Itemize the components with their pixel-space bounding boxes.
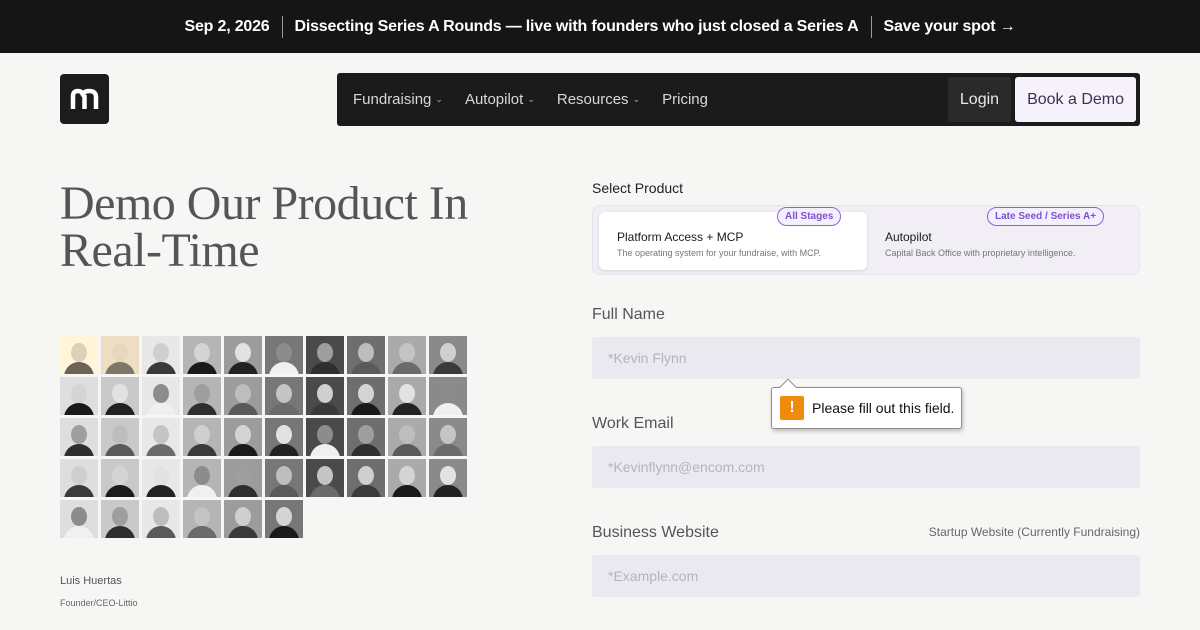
nav-item-resources[interactable]: Resources ⌄ (557, 91, 640, 108)
page-title-line-1: Demo Our Product In (60, 177, 468, 230)
founder-photo (101, 459, 139, 497)
business-website-field[interactable] (592, 555, 1140, 597)
stage-badge: Late Seed / Series A+ (987, 207, 1105, 226)
product-description: Capital Back Office with proprietary int… (885, 248, 1076, 258)
founder-photo (388, 459, 426, 497)
page-title-line-2: Real-Time (60, 224, 260, 277)
full-name-field[interactable] (592, 337, 1140, 379)
founder-photo (142, 418, 180, 456)
founder-photo (101, 500, 139, 538)
founder-photo (347, 377, 385, 415)
page-title: Demo Our Product In Real-Time (60, 177, 540, 277)
founder-photo (224, 459, 262, 497)
product-title: Autopilot (885, 230, 932, 244)
founder-photo-grid (60, 336, 474, 538)
nav-item-label: Resources (556, 91, 629, 108)
founder-photo (265, 500, 303, 538)
banner-divider (281, 15, 283, 38)
founder-photo (306, 459, 344, 497)
founder-photo (224, 418, 262, 456)
save-spot-link[interactable]: Save your spot → (884, 18, 1016, 36)
announcement-banner[interactable]: Sep 2, 2026 Dissecting Series A Rounds —… (0, 0, 1200, 53)
founder-photo (60, 336, 98, 374)
nav-item-fundraising[interactable]: Fundraising ⌄ (353, 91, 443, 108)
brand-logo[interactable] (60, 74, 109, 124)
chevron-down-icon: ⌄ (527, 94, 535, 104)
founder-photo (183, 418, 221, 456)
warning-icon: ! (780, 396, 804, 420)
banner-event-title: Dissecting Series A Rounds — live with f… (294, 17, 859, 35)
validation-message: Please fill out this field. (812, 400, 955, 416)
nav-item-label: Autopilot (464, 91, 524, 108)
work-email-field[interactable] (592, 446, 1140, 488)
chevron-down-icon: ⌄ (632, 94, 641, 104)
founder-photo (224, 500, 262, 538)
founder-photo (60, 500, 98, 538)
founder-photo (183, 336, 221, 374)
testimonial-role: Founder/CEO-Littio (60, 598, 138, 608)
founder-photo (347, 459, 385, 497)
founder-photo (306, 377, 344, 415)
book-demo-button[interactable]: Book a Demo (1015, 77, 1136, 122)
founder-photo (265, 418, 303, 456)
founder-photo (429, 418, 467, 456)
founder-photo (347, 336, 385, 374)
founder-photo (183, 377, 221, 415)
founder-photo (60, 377, 98, 415)
select-product-label: Select Product (592, 180, 684, 196)
founder-photo (388, 377, 426, 415)
founder-photo (183, 500, 221, 538)
chevron-down-icon: ⌄ (435, 94, 443, 104)
login-button[interactable]: Login (947, 77, 1012, 122)
nav-item-label: Fundraising (353, 91, 432, 108)
validation-tooltip: ! Please fill out this field. (771, 378, 962, 429)
founder-photo (388, 336, 426, 374)
m-logo-icon (70, 88, 98, 109)
tooltip-arrow (779, 378, 797, 396)
founder-photo (265, 336, 303, 374)
founder-photo (224, 336, 262, 374)
founder-photo (101, 336, 139, 374)
product-selector: All Stages Platform Access + MCP The ope… (592, 205, 1140, 275)
main-navigation: Fundraising ⌄ Autopilot ⌄ Resources ⌄ Pr… (337, 73, 1140, 126)
nav-item-autopilot[interactable]: Autopilot ⌄ (465, 91, 535, 108)
founder-photo (306, 336, 344, 374)
product-option-platform[interactable]: All Stages Platform Access + MCP The ope… (599, 207, 867, 270)
founder-photo (388, 418, 426, 456)
banner-divider (870, 15, 872, 38)
founder-photo (142, 377, 180, 415)
product-option-autopilot[interactable]: Late Seed / Series A+ Autopilot Capital … (873, 207, 1135, 270)
founder-photo (60, 459, 98, 497)
business-website-label: Business Website (592, 524, 719, 541)
founder-photo (224, 377, 262, 415)
founder-photo (429, 377, 467, 415)
nav-item-pricing[interactable]: Pricing (662, 91, 708, 108)
founder-photo (429, 459, 467, 497)
founder-photo (142, 336, 180, 374)
product-title: Platform Access + MCP (617, 230, 744, 244)
founder-photo (265, 459, 303, 497)
full-name-label: Full Name (592, 306, 665, 323)
founder-photo (347, 418, 385, 456)
product-description: The operating system for your fundraise,… (617, 248, 821, 258)
testimonial-name: Luis Huertas (60, 575, 122, 587)
work-email-label: Work Email (592, 415, 674, 432)
founder-photo (265, 377, 303, 415)
founder-photo (60, 418, 98, 456)
founder-photo (142, 500, 180, 538)
founder-photo (101, 377, 139, 415)
business-website-hint: Startup Website (Currently Fundraising) (928, 525, 1140, 539)
founder-photo (429, 336, 467, 374)
founder-photo (142, 459, 180, 497)
founder-photo (306, 418, 344, 456)
nav-item-label: Pricing (662, 91, 708, 108)
banner-date: Sep 2, 2026 (184, 17, 270, 35)
stage-badge: All Stages (777, 207, 842, 226)
founder-photo (183, 459, 221, 497)
founder-photo (101, 418, 139, 456)
